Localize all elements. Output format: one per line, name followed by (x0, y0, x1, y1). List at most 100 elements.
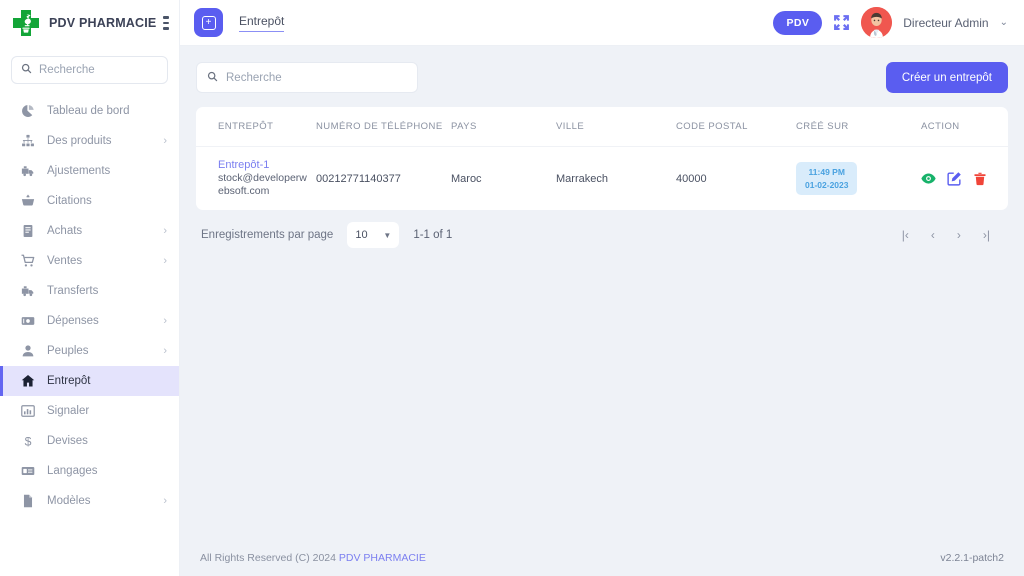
sidebar-item-modeles[interactable]: Modèles › (0, 486, 179, 516)
prev-page-button[interactable]: ‹ (931, 228, 935, 242)
sidebar-nav: Tableau de bord Des produits › Ajustemen… (0, 96, 179, 576)
sidebar-item-label: Modèles (47, 495, 91, 507)
plus-glyph: + (201, 15, 216, 30)
search-input[interactable] (226, 71, 407, 84)
sidebar-item-peuples[interactable]: Peuples › (0, 336, 179, 366)
cell-action (921, 147, 1008, 211)
next-page-button[interactable]: › (957, 228, 961, 242)
created-time: 11:49 PM (808, 167, 845, 178)
content: Créer un entrepôt ENTREPÔT NUMÉRO DE TÉL… (180, 46, 1024, 540)
chevron-right-icon: › (163, 255, 167, 267)
col-action: ACTION (921, 107, 1008, 147)
search-box[interactable] (196, 62, 418, 93)
sidebar-search-wrap (0, 46, 179, 90)
sidebar-item-signaler[interactable]: Signaler (0, 396, 179, 426)
last-page-button[interactable]: ›| (983, 228, 990, 242)
col-ville: VILLE (556, 107, 676, 147)
cell-cree-sur: 11:49 PM 01-02-2023 (796, 147, 921, 211)
avatar[interactable] (861, 7, 893, 38)
footer-version: v2.2.1-patch2 (940, 552, 1004, 564)
search-icon (207, 69, 218, 87)
chevron-right-icon: › (163, 315, 167, 327)
topbar-right: PDV Directeur Admin ⌄ (773, 7, 1008, 38)
warehouse-table: ENTREPÔT NUMÉRO DE TÉLÉPHONE PAYS VILLE … (196, 107, 1008, 210)
rows-per-page-select[interactable]: 10 ▼ (347, 222, 400, 249)
sidebar-item-depenses[interactable]: Dépenses › (0, 306, 179, 336)
sidebar-item-label: Des produits (47, 135, 112, 147)
money-bill-icon (20, 314, 35, 329)
footer-copyright: All Rights Reserved (C) 2024 (200, 552, 336, 564)
sidebar-item-ventes[interactable]: Ventes › (0, 246, 179, 276)
sidebar-item-des-produits[interactable]: Des produits › (0, 126, 179, 156)
fullscreen-expand-icon[interactable] (833, 14, 850, 31)
sidebar-item-devises[interactable]: $ Devises (0, 426, 179, 456)
pagination-controls: |‹ ‹ › ›| (902, 228, 990, 242)
basket-icon (20, 194, 35, 209)
warehouse-email: stock@developerwebsoft.com (218, 172, 307, 198)
delete-icon[interactable] (973, 172, 987, 186)
edit-icon[interactable] (947, 171, 962, 186)
table-body: Entrepôt-1 stock@developerwebsoft.com 00… (196, 147, 1008, 211)
cell-telephone: 00212771140377 (316, 172, 401, 185)
col-cree-sur: CRÉÉ SUR (796, 107, 921, 147)
sidebar-item-label: Devises (47, 435, 88, 447)
sidebar-item-entrepot[interactable]: Entrepôt (0, 366, 179, 396)
search-icon (21, 61, 32, 79)
sidebar-item-label: Ajustements (47, 165, 111, 177)
col-code-postal: CODE POSTAL (676, 107, 796, 147)
chevron-right-icon: › (163, 495, 167, 507)
sidebar-item-label: Tableau de bord (47, 105, 130, 117)
created-date: 01-02-2023 (805, 179, 849, 190)
app-root: PDV PHARMACIE Recherche Tableau de bord … (0, 0, 1024, 576)
user-icon (20, 344, 35, 359)
rows-per-page-value: 10 (355, 229, 368, 242)
sidebar-item-label: Peuples (47, 345, 89, 357)
sidebar-search-input[interactable] (39, 64, 158, 76)
first-page-button[interactable]: |‹ (902, 228, 909, 242)
sidebar-item-citations[interactable]: Citations (0, 186, 179, 216)
user-name[interactable]: Directeur Admin (903, 16, 988, 30)
brand-name: PDV PHARMACIE (49, 16, 157, 30)
warehouse-link[interactable]: Entrepôt-1 (218, 159, 308, 171)
create-warehouse-button[interactable]: Créer un entrepôt (885, 62, 1008, 93)
chevron-right-icon: › (163, 135, 167, 147)
footer: All Rights Reserved (C) 2024 PDV PHARMAC… (180, 540, 1024, 576)
file-icon (20, 494, 35, 509)
dollar-icon: $ (20, 434, 35, 449)
sidebar-item-tableau-de-bord[interactable]: Tableau de bord (0, 96, 179, 126)
rows-per-page-label: Enregistrements par page (201, 229, 334, 242)
table-row[interactable]: Entrepôt-1 stock@developerwebsoft.com 00… (196, 147, 1008, 211)
cell-entrepot: Entrepôt-1 stock@developerwebsoft.com (196, 147, 316, 211)
book-icon (20, 224, 35, 239)
table-head: ENTREPÔT NUMÉRO DE TÉLÉPHONE PAYS VILLE … (196, 107, 1008, 147)
sidebar-item-label: Dépenses (47, 315, 99, 327)
sidebar-item-langages[interactable]: Langages (0, 456, 179, 486)
row-actions (921, 171, 1000, 186)
plus-square-icon[interactable]: + (194, 8, 223, 37)
brand-header: PDV PHARMACIE (0, 0, 179, 46)
pagination-bar: Enregistrements par page 10 ▼ 1-1 of 1 |… (196, 210, 1008, 260)
sidebar-item-label: Achats (47, 225, 83, 237)
col-entrepot: ENTREPÔT (196, 107, 316, 147)
cart-icon (20, 254, 35, 269)
pagination-range: 1-1 of 1 (413, 229, 453, 242)
main-area: + Entrepôt PDV Directeur Admin ⌄ Recherc… (180, 0, 1024, 576)
view-icon[interactable] (921, 171, 936, 186)
hamburger-menu-icon[interactable] (163, 16, 169, 30)
col-pays: PAYS (451, 107, 556, 147)
footer-brand-link[interactable]: PDV PHARMACIE (339, 552, 426, 564)
sidebar-search-box[interactable] (11, 56, 168, 84)
chevron-right-icon: › (163, 345, 167, 357)
toolbar: Créer un entrepôt (196, 62, 1008, 93)
sidebar-item-achats[interactable]: Achats › (0, 216, 179, 246)
chevron-down-icon[interactable]: ⌄ (1000, 17, 1008, 28)
sidebar-item-label: Signaler (47, 405, 90, 417)
truck-icon (20, 164, 35, 179)
sidebar-item-transferts[interactable]: Transferts (0, 276, 179, 306)
topbar: + Entrepôt PDV Directeur Admin ⌄ (180, 0, 1024, 46)
tab-entrepot[interactable]: Entrepôt (239, 14, 285, 32)
table-header-row: ENTREPÔT NUMÉRO DE TÉLÉPHONE PAYS VILLE … (196, 107, 1008, 147)
sidebar-item-ajustements[interactable]: Ajustements (0, 156, 179, 186)
home-icon (20, 374, 35, 389)
pdv-badge[interactable]: PDV (773, 10, 823, 35)
